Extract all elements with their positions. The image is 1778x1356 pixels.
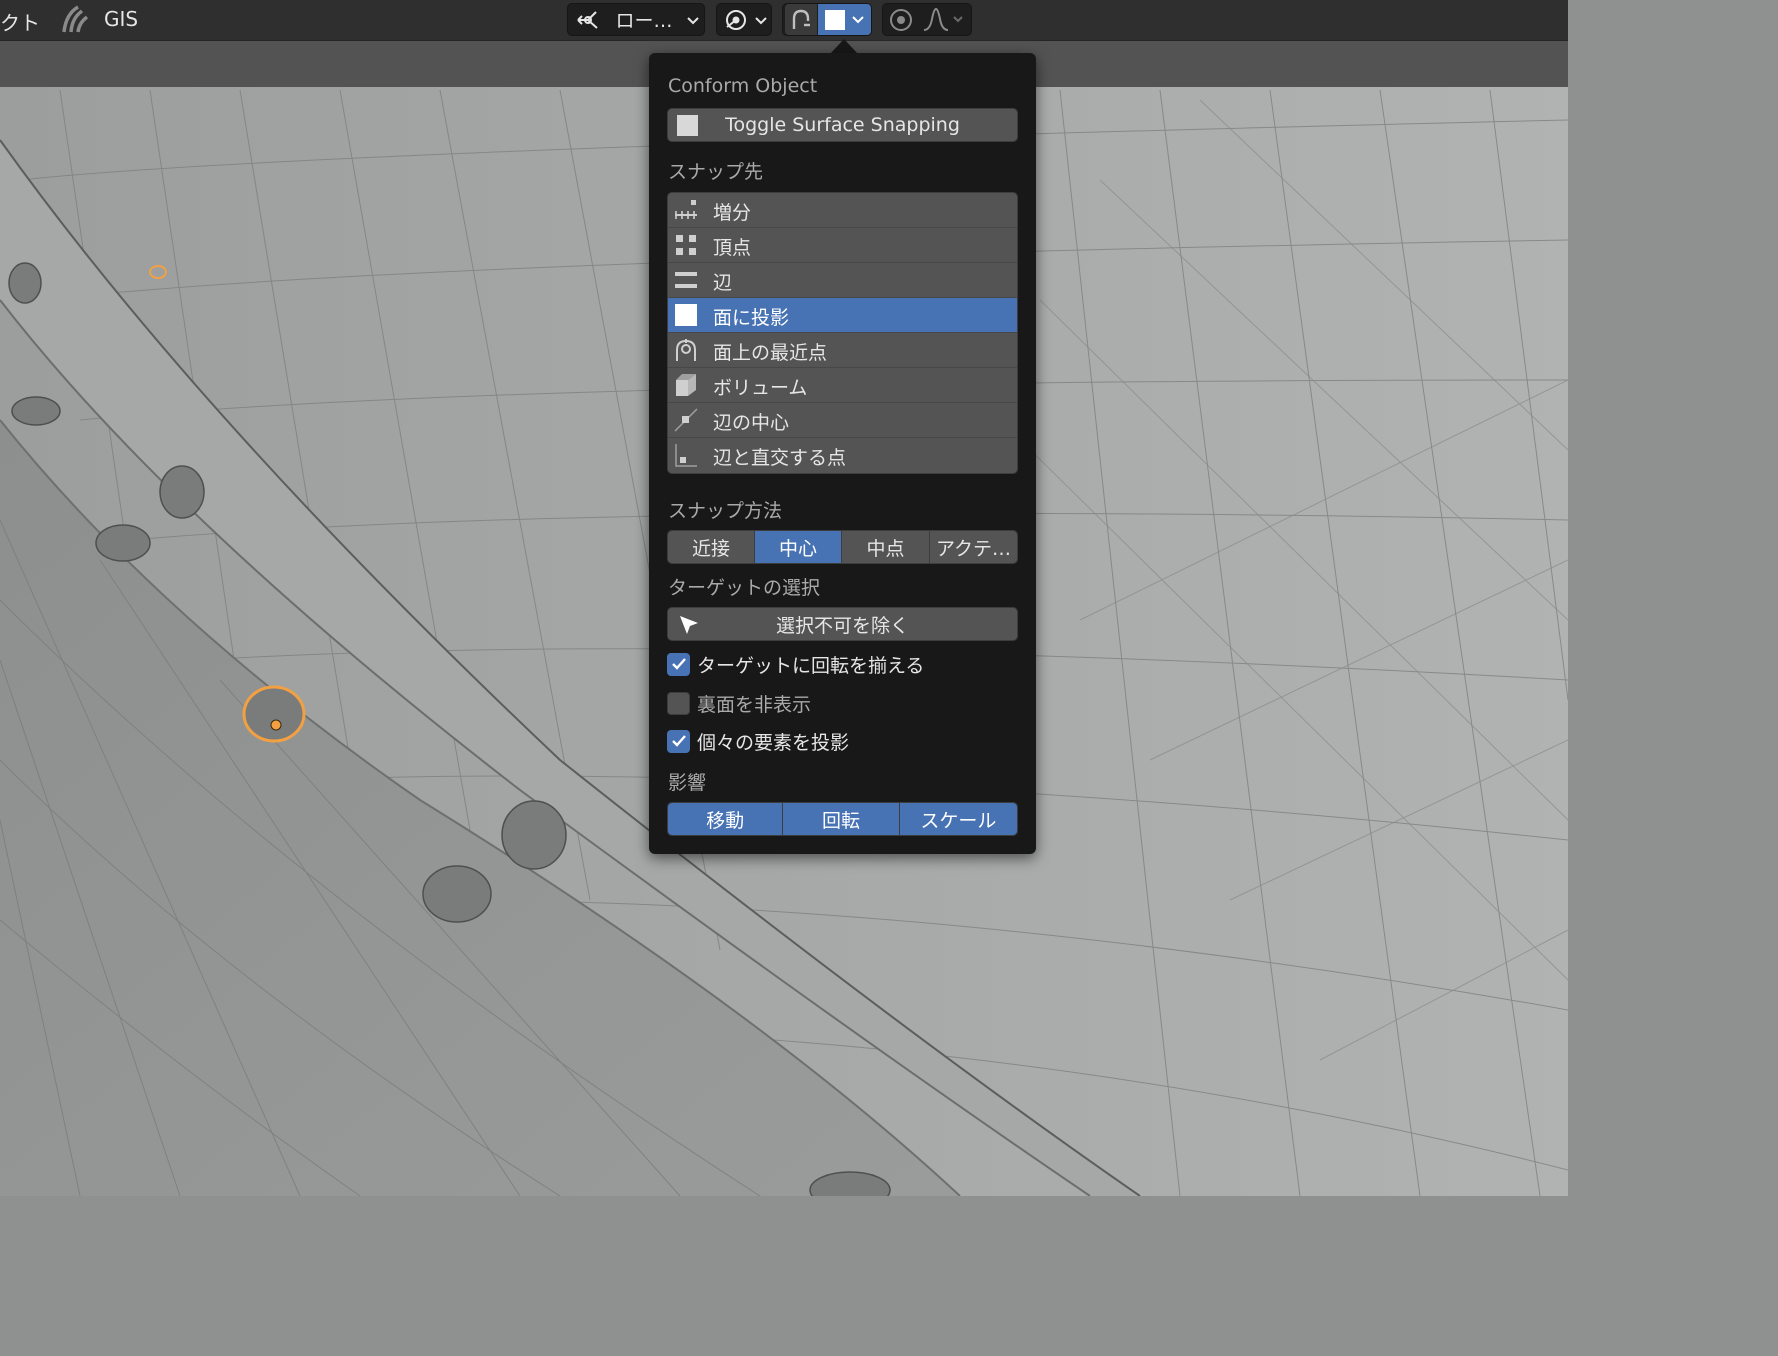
backface-culling-label: 裏面を非表示 — [697, 693, 812, 716]
orientation-icon — [722, 4, 750, 35]
toggle-surface-snapping-button[interactable]: Toggle Surface Snapping — [667, 108, 1018, 142]
align-rotation-checkbox-row[interactable]: ターゲットに回転を揃える — [667, 651, 924, 677]
project-individual-checkbox-row[interactable]: 個々の要素を投影 — [667, 728, 849, 754]
snap-item-increment[interactable]: 増分 — [668, 193, 1017, 228]
snap-item-vertex[interactable]: 頂点 — [668, 228, 1017, 263]
snap-with-header: スナップ方法 — [668, 500, 783, 522]
snap-target-list: 増分 頂点 辺 面に投影 面上の最近点 ボリューム 辺の中心 辺と直交する点 — [667, 192, 1018, 474]
snap-with-segmented: 近接 中心 中点 アクテ… — [667, 530, 1018, 564]
snap-item-label: 頂点 — [713, 237, 752, 259]
snap-toggle-button[interactable] — [785, 4, 817, 35]
popover-arrow — [830, 39, 858, 54]
snap-item-face-nearest[interactable]: 面上の最近点 — [668, 333, 1017, 368]
gis-menu[interactable]: GIS — [104, 7, 138, 31]
snap-with-closest[interactable]: 近接 — [668, 531, 755, 563]
snap-item-label: 辺と直交する点 — [713, 447, 847, 469]
snap-item-label: 辺 — [713, 272, 733, 294]
snap-target-dropdown[interactable] — [818, 4, 871, 35]
snap-item-face-project[interactable]: 面に投影 — [668, 298, 1017, 333]
snap-item-edge[interactable]: 辺 — [668, 263, 1017, 298]
snap-with-median[interactable]: 中点 — [842, 531, 930, 563]
align-rotation-label: ターゲットに回転を揃える — [697, 654, 925, 677]
snap-with-center[interactable]: 中心 — [755, 531, 842, 563]
snap-item-label: 面上の最近点 — [713, 342, 828, 364]
increment-icon — [674, 198, 698, 222]
affect-move[interactable]: 移動 — [668, 803, 784, 835]
snap-item-label: 辺の中心 — [713, 412, 790, 434]
edge-icon — [674, 268, 698, 292]
menu-fragment[interactable]: クト — [0, 7, 40, 36]
cursor-arrow-icon — [678, 614, 700, 641]
proportional-edit-group — [882, 3, 972, 36]
snap-item-label: 面に投影 — [713, 307, 790, 329]
face-square-icon — [677, 115, 698, 136]
snap-with-active[interactable]: アクテ… — [930, 531, 1017, 563]
affect-rotate[interactable]: 回転 — [783, 803, 900, 835]
snap-item-edge-perpendicular[interactable]: 辺と直交する点 — [668, 438, 1017, 473]
edge-perpendicular-icon — [674, 443, 698, 467]
affect-segmented: 移動 回転 スケール — [667, 802, 1018, 836]
falloff-dropdown[interactable] — [919, 4, 969, 35]
affect-scale[interactable]: スケール — [899, 803, 1017, 835]
affect-header: 影響 — [668, 772, 707, 794]
checkbox-checked[interactable] — [667, 729, 690, 753]
snap-item-label: ボリューム — [713, 377, 808, 399]
chevron-down-icon — [684, 4, 702, 35]
backface-culling-checkbox-row[interactable]: 裏面を非表示 — [667, 690, 811, 716]
snap-group — [782, 3, 872, 36]
pivot-label: ロー… — [615, 10, 673, 32]
conform-object-header: Conform Object — [668, 75, 818, 97]
orientation-dropdown[interactable] — [716, 3, 772, 36]
toggle-surface-snapping-label: Toggle Surface Snapping — [725, 114, 960, 136]
gis-logo-icon — [60, 4, 90, 38]
checkbox-unchecked[interactable] — [667, 691, 690, 715]
vertex-icon — [674, 233, 698, 257]
checkbox-checked[interactable] — [667, 652, 690, 676]
snapping-popover: Conform Object Toggle Surface Snapping ス… — [649, 53, 1036, 854]
snap-to-header: スナップ先 — [668, 161, 764, 183]
chevron-down-icon — [753, 4, 769, 35]
top-bar: クト GIS ロー… — [0, 0, 1568, 41]
target-selection-header: ターゲットの選択 — [668, 577, 821, 599]
volume-icon — [674, 373, 698, 397]
exclude-nonselectable-dropdown[interactable]: 選択不可を除く — [667, 607, 1018, 641]
snap-item-edge-center[interactable]: 辺の中心 — [668, 403, 1017, 438]
pivot-icon — [574, 4, 604, 35]
face-nearest-icon — [674, 338, 698, 362]
project-individual-label: 個々の要素を投影 — [697, 731, 850, 754]
proportional-edit-toggle[interactable] — [885, 4, 917, 35]
edge-center-icon — [674, 408, 698, 432]
snap-item-label: 増分 — [713, 202, 752, 224]
pivot-point-dropdown[interactable]: ロー… — [567, 3, 705, 36]
snap-item-volume[interactable]: ボリューム — [668, 368, 1017, 403]
face-project-icon — [674, 303, 698, 327]
exclude-nonselectable-label: 選択不可を除く — [775, 614, 909, 637]
